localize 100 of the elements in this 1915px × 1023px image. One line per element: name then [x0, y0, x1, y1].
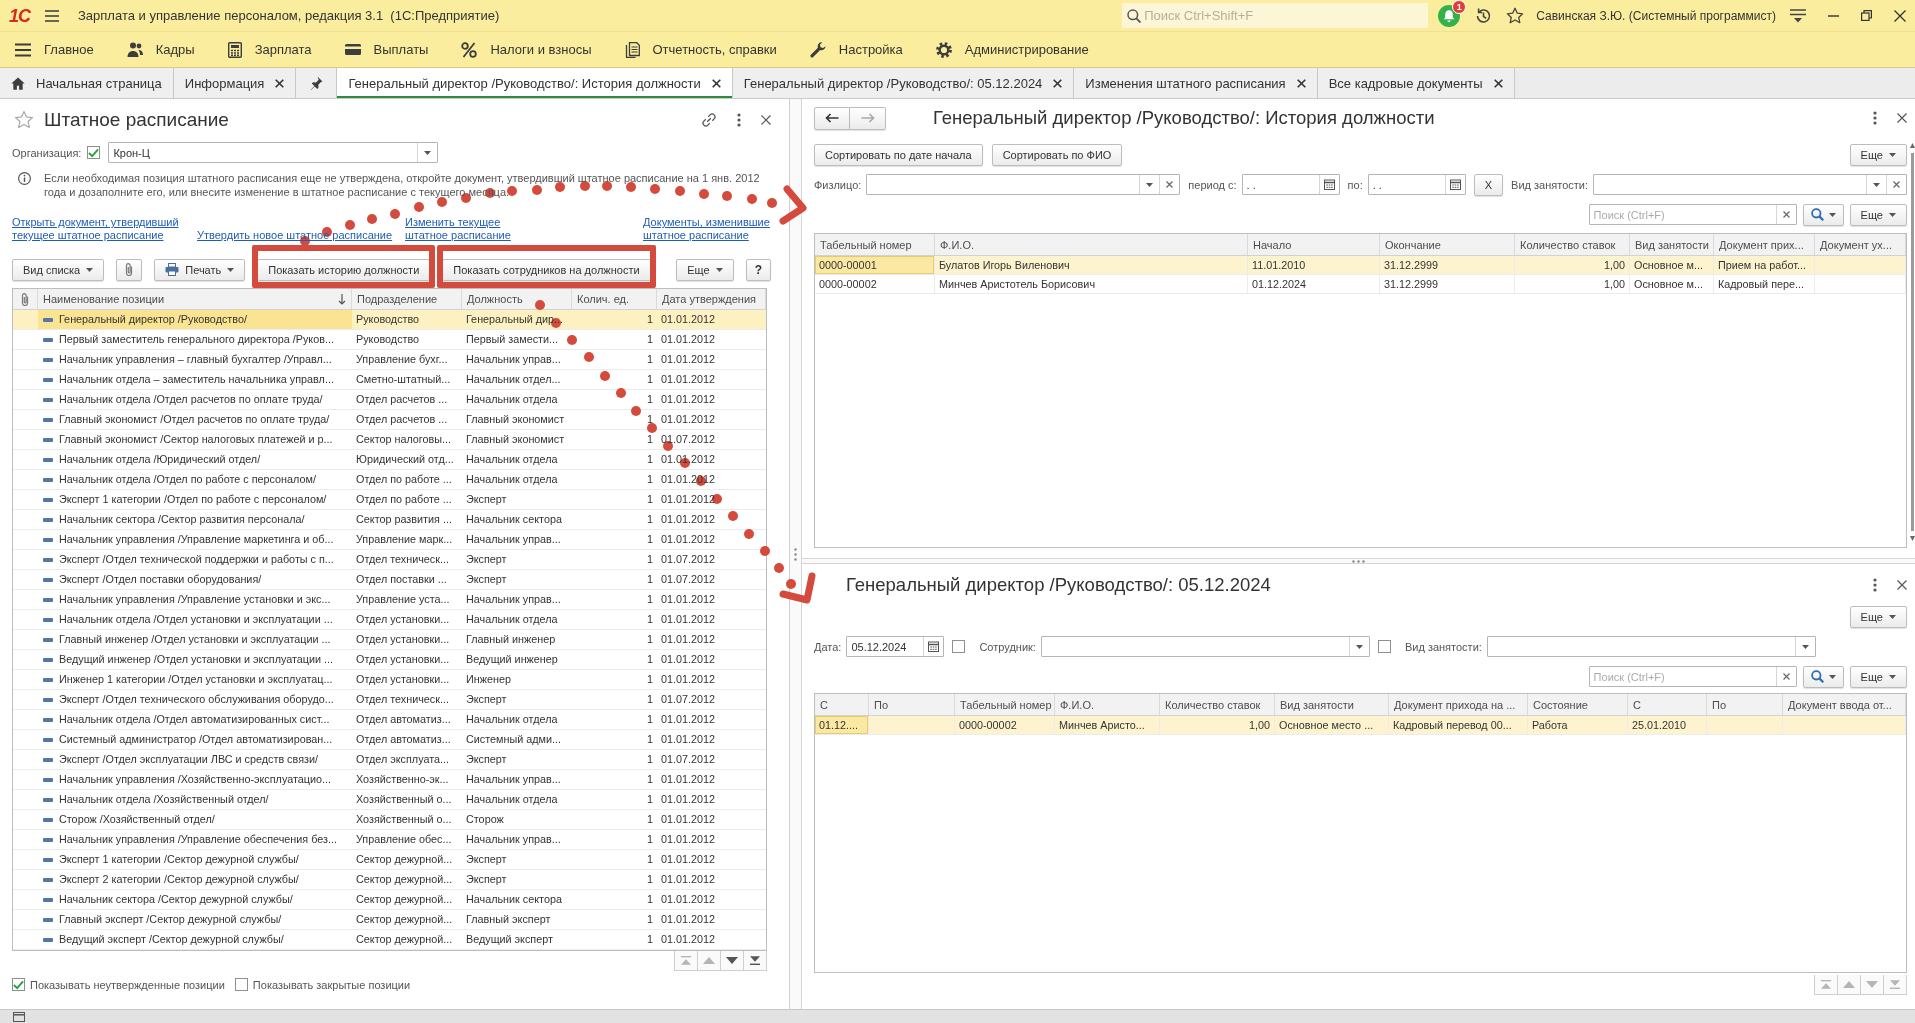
column-header[interactable]: Дата утверждения [657, 289, 766, 309]
table-row[interactable]: Эксперт /Отдел технического обслуживания оборудо... Отдел техническ... Эксперт 1 01.07.2012 [13, 690, 766, 710]
column-header[interactable]: Колич. ед. [572, 289, 657, 309]
grip-icon[interactable] [794, 547, 797, 561]
history-icon[interactable] [1474, 6, 1493, 25]
column-header[interactable]: Окончание [1380, 234, 1515, 255]
menu-button[interactable]: Еще [676, 258, 734, 281]
menu-icon[interactable] [45, 9, 59, 22]
menu-button[interactable]: Еще [1849, 665, 1907, 688]
table-row[interactable]: Инженер 1 категории /Отдел установки и эксплуатац... Отдел установки... Инженер 1 01.01.2012 [13, 670, 766, 690]
table-row[interactable]: Эксперт /Отдел технической поддержки и работы с п... Отдел техническ... Эксперт 1 01.07.2012 [13, 550, 766, 570]
close-icon[interactable] [1897, 113, 1907, 123]
checkbox[interactable] [952, 640, 966, 653]
close-icon[interactable] [275, 78, 285, 88]
table-row[interactable]: Начальник сектора /Сектор развития персонала/ Сектор развития ... Начальник сектора 1 01.01.2012 [13, 510, 766, 530]
table-row[interactable]: Сторож /Хозяйственный отдел/ Хозяйственный о... Сторож 1 01.01.2012 [13, 810, 766, 830]
link[interactable]: Изменить текущее штатное расписание [405, 216, 515, 242]
grip-icon[interactable] [1352, 559, 1365, 563]
table-row[interactable]: 01.12.... 0000-00002 Минчев Аристо... 1,00 Основное место ... Кадровый перевод 00... Работа 25.01.2010 [815, 716, 1906, 735]
attach-button[interactable] [116, 258, 143, 281]
menu-item[interactable]: Администрирование [935, 41, 1089, 58]
more-icon[interactable] [1873, 111, 1877, 125]
text-input[interactable]: Поиск (Ctrl+F) [1589, 667, 1776, 686]
table-row[interactable]: Эксперт 2 категории /Сектор дежурной службы/ Сектор дежурной... Эксперт 1 01.01.2012 [13, 870, 766, 890]
menu-button[interactable]: Вид списка [12, 258, 105, 281]
text-input[interactable]: . . [1242, 175, 1319, 194]
column-header[interactable]: Документ ввода от... [1783, 694, 1906, 715]
table-row[interactable]: Системный администратор /Отдел автоматизирован... Отдел автоматиз... Системный адми... 1 01.01.2012 [13, 730, 766, 750]
table-row[interactable]: Эксперт 1 категории /Сектор дежурной службы/ Сектор дежурной... Эксперт 1 01.01.2012 [13, 850, 766, 870]
menu-item[interactable]: Зарплата [227, 41, 312, 58]
star-icon[interactable] [14, 110, 34, 130]
scroll-button[interactable] [743, 951, 767, 971]
column-header[interactable]: Количество ставок [1160, 694, 1275, 715]
star-icon[interactable] [1506, 6, 1525, 25]
search-field[interactable]: Поиск (Ctrl+F) [1588, 204, 1797, 225]
print-button[interactable]: Печать [154, 258, 246, 281]
table-row[interactable]: Первый заместитель генерального директора /Руков... Руководство Первый замести... 1 01.01.2012 [13, 330, 766, 350]
scroll-button[interactable] [720, 951, 744, 971]
checkbox[interactable] [1377, 640, 1391, 653]
column-header[interactable]: Документ ух... [1815, 234, 1906, 255]
text-input[interactable]: Крон-Ц [109, 143, 418, 162]
table-row[interactable]: Начальник управления /Управление обеспечения без... Управление обес... Начальник управ... 1 01.01.2012 [13, 830, 766, 850]
link-icon[interactable] [701, 112, 717, 128]
column-header[interactable]: Начало [1248, 234, 1380, 255]
search-button[interactable] [1802, 665, 1844, 688]
action-button[interactable]: Показать сотрудников на должности [442, 258, 651, 281]
table-row[interactable]: Генеральный директор /Руководство/ Руководство Генеральный дир... 1 01.01.2012 [13, 310, 766, 330]
select-field[interactable] [1040, 636, 1370, 657]
table-row[interactable]: Начальник отдела /Хозяйственный отдел/ Хозяйственный о... Начальник отдела 1 01.01.2012 [13, 790, 766, 810]
table-row[interactable]: Ведущий инженер /Отдел установки и эксплуатации ... Отдел установки... Ведущий инженер 1 01.01.2012 [13, 650, 766, 670]
column-header[interactable]: Табельный номер [955, 694, 1055, 715]
close-icon[interactable] [1053, 78, 1063, 88]
help-button[interactable]: ? [745, 258, 771, 281]
text-input[interactable]: . . [1368, 175, 1445, 194]
action-button[interactable]: Сортировать по дате начала [814, 143, 983, 166]
link[interactable]: Открыть документ, утвердивший текущее штатное расписание [12, 216, 186, 242]
checkbox[interactable] [87, 146, 101, 159]
bell-icon[interactable] [1438, 4, 1461, 27]
action-button[interactable]: Сортировать по ФИО [991, 143, 1123, 166]
table-row[interactable]: Главный эксперт /Сектор дежурной службы/ Сектор дежурной... Главный эксперт 1 01.01.2012 [13, 910, 766, 930]
menu-button[interactable]: Еще [1849, 605, 1907, 628]
scrollbar[interactable] [1910, 143, 1915, 543]
table-row[interactable]: Начальник управления – главный бухгалтер /Управл... Управление бухг... Начальник управ... 1 01.01.2012 [13, 350, 766, 370]
close-icon[interactable] [711, 78, 721, 88]
select-field[interactable]: Крон-Ц [108, 142, 439, 163]
menu-item[interactable]: Кадры [126, 42, 195, 57]
table-row[interactable]: Ведущий эксперт /Сектор дежурной службы/ Сектор дежурной... Ведущий эксперт 1 01.01.2012 [13, 930, 766, 950]
column-header[interactable]: С [1628, 694, 1707, 715]
action-button[interactable]: X [1473, 173, 1504, 196]
menu-button[interactable]: Еще [1849, 203, 1907, 226]
menu-button[interactable]: Еще [1849, 143, 1907, 166]
checkbox-label[interactable]: Показывать неутвержденные позиции [30, 978, 225, 991]
column-header[interactable]: По [1707, 694, 1783, 715]
minimize-icon[interactable] [1828, 14, 1839, 17]
column-header[interactable]: Табельный номер [815, 234, 935, 255]
column-header[interactable]: Количество ставок [1515, 234, 1630, 255]
select-field[interactable] [1593, 174, 1907, 195]
menu-icon[interactable] [1790, 8, 1806, 23]
menu-item[interactable]: Налоги и взносы [461, 41, 592, 58]
close-icon[interactable] [1897, 580, 1907, 590]
column-header[interactable]: Вид занятости [1275, 694, 1389, 715]
close-icon[interactable] [1493, 78, 1503, 88]
menu-item[interactable]: Выплаты [344, 42, 429, 57]
close-icon[interactable] [761, 115, 771, 125]
table-row[interactable]: Начальник отдела /Отдел автоматизированных сист... Отдел автоматиз... Начальник отдела 1 01.01.2012 [13, 710, 766, 730]
column-header[interactable]: Ф.И.О. [1055, 694, 1160, 715]
action-button[interactable]: Показать историю должности [257, 258, 431, 281]
column-header[interactable]: Документ прих... [1714, 234, 1815, 255]
table-row[interactable]: Начальник управления /Управление установки и экс... Управление уста... Начальник управ... 1 01.01.2012 [13, 590, 766, 610]
text-input[interactable]: Поиск (Ctrl+F) [1589, 205, 1776, 224]
menu-item[interactable]: Настройка [809, 41, 903, 58]
column-header[interactable]: По [869, 694, 955, 715]
search-field[interactable]: Поиск (Ctrl+F) [1588, 666, 1797, 687]
text-input[interactable]: 05.12.2024 [847, 637, 924, 656]
column-header[interactable]: Подразделение [352, 289, 462, 309]
table-row[interactable]: Эксперт /Отдел поставки оборудования/ Отдел поставки ... Эксперт 1 01.07.2012 [13, 570, 766, 590]
select-field[interactable] [1486, 636, 1816, 657]
menu-item[interactable]: Отчетность, справки [624, 41, 777, 58]
table-row[interactable]: 0000-00002 Минчев Аристотель Борисович 01.12.2024 31.12.2999 1,00 Основное м... Кадровый пере... [815, 275, 1906, 294]
checkbox[interactable] [234, 978, 248, 991]
